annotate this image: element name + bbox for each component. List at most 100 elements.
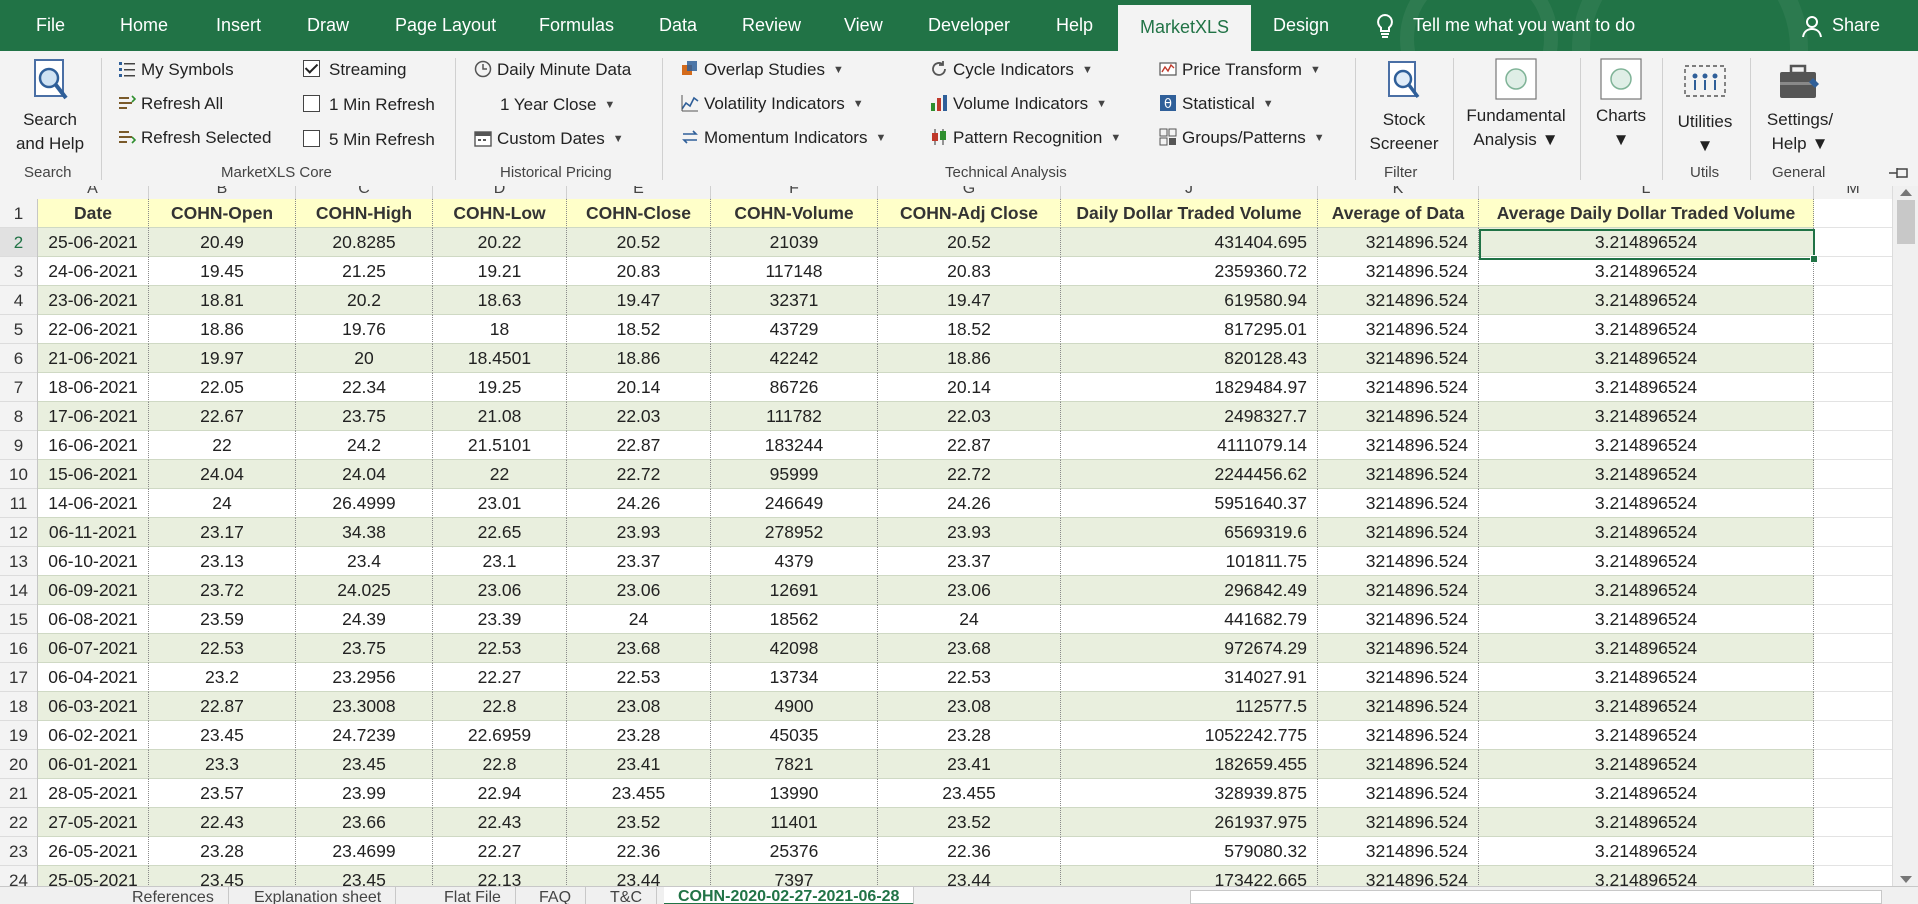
table-cell[interactable]: 22.05 — [149, 373, 296, 402]
table-cell[interactable]: 112577.5 — [1061, 692, 1318, 721]
table-cell[interactable]: 18.63 — [433, 286, 567, 315]
table-cell[interactable]: 25-06-2021 — [38, 228, 149, 257]
table-cell[interactable]: 18.81 — [149, 286, 296, 315]
column-header-l[interactable]: L — [1479, 186, 1814, 199]
table-cell[interactable]: 7821 — [711, 750, 878, 779]
table-cell[interactable]: 4900 — [711, 692, 878, 721]
column-title-cell[interactable]: Average Daily Dollar Traded Volume — [1479, 199, 1814, 228]
table-cell[interactable]: 11401 — [711, 808, 878, 837]
table-cell[interactable]: 3.214896524 — [1479, 837, 1814, 866]
table-cell[interactable]: 22.8 — [433, 692, 567, 721]
table-cell[interactable]: 18.4501 — [433, 344, 567, 373]
table-cell[interactable]: 19.76 — [296, 315, 433, 344]
table-cell[interactable]: 24.025 — [296, 576, 433, 605]
row-header[interactable]: 8 — [0, 402, 37, 431]
table-cell[interactable]: 23.45 — [149, 721, 296, 750]
column-header-k[interactable]: K — [1318, 186, 1479, 199]
tell-me-search[interactable]: Tell me what you want to do — [1413, 0, 1635, 51]
table-cell[interactable]: 95999 — [711, 460, 878, 489]
row-header[interactable]: 20 — [0, 750, 37, 779]
row-header[interactable]: 12 — [0, 518, 37, 547]
table-cell[interactable]: 579080.32 — [1061, 837, 1318, 866]
column-title-cell[interactable]: COHN-Open — [149, 199, 296, 228]
table-cell[interactable]: 23.45 — [296, 750, 433, 779]
empty-cell[interactable] — [1814, 373, 1894, 402]
empty-cell[interactable] — [1814, 286, 1894, 315]
row-header[interactable]: 14 — [0, 576, 37, 605]
table-cell[interactable]: 22.65 — [433, 518, 567, 547]
table-cell[interactable]: 3.214896524 — [1479, 721, 1814, 750]
row-header[interactable]: 16 — [0, 634, 37, 663]
settings-help-button[interactable]: Settings/ Help ▼ — [1756, 60, 1844, 156]
table-cell[interactable]: 2498327.7 — [1061, 402, 1318, 431]
table-cell[interactable]: 3214896.524 — [1318, 344, 1479, 373]
table-cell[interactable]: 22 — [149, 431, 296, 460]
table-cell[interactable]: 20.14 — [878, 373, 1061, 402]
table-cell[interactable]: 3.214896524 — [1479, 750, 1814, 779]
table-cell[interactable]: 1052242.775 — [1061, 721, 1318, 750]
table-cell[interactable]: 22.87 — [567, 431, 711, 460]
table-cell[interactable]: 22.87 — [878, 431, 1061, 460]
table-cell[interactable]: 22.27 — [433, 837, 567, 866]
table-cell[interactable]: 3214896.524 — [1318, 257, 1479, 286]
table-cell[interactable]: 22.34 — [296, 373, 433, 402]
table-cell[interactable]: 23.06 — [567, 576, 711, 605]
table-cell[interactable]: 24.04 — [149, 460, 296, 489]
five-min-refresh-checkbox[interactable]: 5 Min Refresh — [303, 130, 435, 150]
tab-insert[interactable]: Insert — [216, 0, 261, 51]
table-cell[interactable]: 3214896.524 — [1318, 779, 1479, 808]
row-header[interactable]: 13 — [0, 547, 37, 576]
table-cell[interactable]: 24.26 — [878, 489, 1061, 518]
empty-cell[interactable] — [1814, 228, 1894, 257]
table-cell[interactable]: 24 — [878, 605, 1061, 634]
table-cell[interactable]: 26-05-2021 — [38, 837, 149, 866]
sheet-tab-active[interactable]: COHN-2020-02-27-2021-06-28 — [664, 887, 915, 904]
row-header[interactable]: 21 — [0, 779, 37, 808]
table-cell[interactable]: 22.72 — [878, 460, 1061, 489]
table-cell[interactable]: 18.86 — [878, 344, 1061, 373]
sheet-tab-references[interactable]: References — [118, 887, 229, 904]
column-title-cell[interactable]: Average of Data — [1318, 199, 1479, 228]
row-header[interactable]: 18 — [0, 692, 37, 721]
table-cell[interactable]: 23.68 — [878, 634, 1061, 663]
table-cell[interactable]: 3214896.524 — [1318, 837, 1479, 866]
table-cell[interactable]: 21.5101 — [433, 431, 567, 460]
table-cell[interactable]: 21.25 — [296, 257, 433, 286]
table-cell[interactable]: 3214896.524 — [1318, 605, 1479, 634]
table-cell[interactable]: 20.83 — [567, 257, 711, 286]
cycle-indicators-dropdown[interactable]: Cycle Indicators ▼ — [930, 60, 1093, 80]
table-cell[interactable]: 23.06 — [433, 576, 567, 605]
table-cell[interactable]: 3.214896524 — [1479, 373, 1814, 402]
table-cell[interactable]: 20.14 — [567, 373, 711, 402]
column-title-cell[interactable]: COHN-High — [296, 199, 433, 228]
sheet-tab-tc[interactable]: T&C — [596, 887, 657, 904]
table-cell[interactable]: 23.66 — [296, 808, 433, 837]
table-cell[interactable]: 3.214896524 — [1479, 286, 1814, 315]
table-cell[interactable]: 3.214896524 — [1479, 692, 1814, 721]
table-cell[interactable]: 21.08 — [433, 402, 567, 431]
empty-cell[interactable] — [1814, 576, 1894, 605]
table-cell[interactable]: 2244456.62 — [1061, 460, 1318, 489]
table-cell[interactable]: 23-06-2021 — [38, 286, 149, 315]
tab-design[interactable]: Design — [1273, 0, 1329, 51]
table-cell[interactable]: 23.28 — [878, 721, 1061, 750]
table-cell[interactable]: 23.41 — [567, 750, 711, 779]
table-cell[interactable]: 18.52 — [567, 315, 711, 344]
table-cell[interactable]: 28-05-2021 — [38, 779, 149, 808]
table-cell[interactable]: 22.67 — [149, 402, 296, 431]
table-cell[interactable]: 12691 — [711, 576, 878, 605]
row-header[interactable]: 7 — [0, 373, 37, 402]
table-cell[interactable]: 23.28 — [567, 721, 711, 750]
column-title-cell[interactable]: COHN-Close — [567, 199, 711, 228]
table-cell[interactable]: 22.36 — [567, 837, 711, 866]
one-min-refresh-checkbox[interactable]: 1 Min Refresh — [303, 95, 435, 115]
empty-cell[interactable] — [1814, 837, 1894, 866]
table-cell[interactable]: 20.22 — [433, 228, 567, 257]
table-cell[interactable]: 18562 — [711, 605, 878, 634]
refresh-all-button[interactable]: Refresh All — [118, 94, 223, 114]
table-cell[interactable]: 3214896.524 — [1318, 431, 1479, 460]
table-cell[interactable]: 24.04 — [296, 460, 433, 489]
streaming-checkbox[interactable]: Streaming — [303, 60, 406, 80]
table-cell[interactable]: 20 — [296, 344, 433, 373]
tab-review[interactable]: Review — [742, 0, 801, 51]
